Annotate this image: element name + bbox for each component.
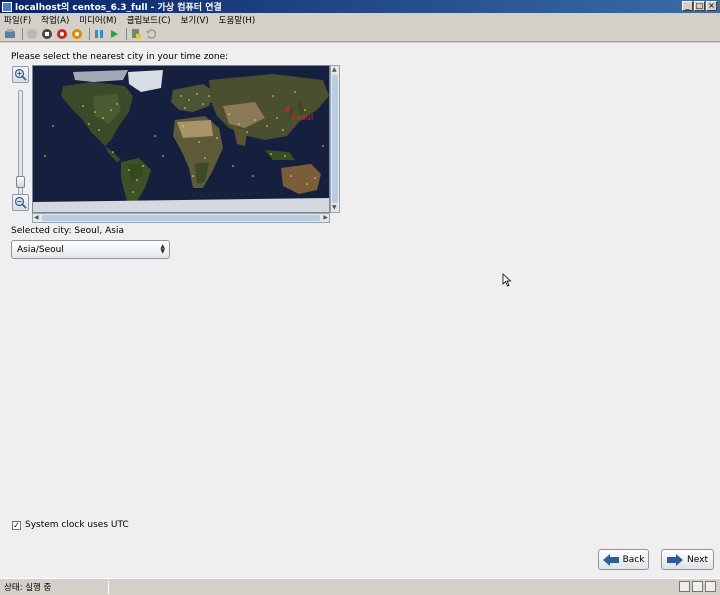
zoom-out-icon xyxy=(14,196,27,209)
mouse-cursor-icon xyxy=(502,273,512,290)
next-arrow-icon xyxy=(667,553,684,566)
back-button[interactable]: Back xyxy=(598,549,649,570)
timezone-select[interactable]: Asia/Seoul ▲ ▼ xyxy=(11,240,170,259)
menu-file[interactable]: 파일(F) xyxy=(4,14,31,26)
utc-checkbox-row[interactable]: ✓ System clock uses UTC xyxy=(12,520,129,530)
back-arrow-icon xyxy=(602,553,619,566)
map-horizontal-scrollbar[interactable]: ◀ ▶ xyxy=(32,213,330,223)
utc-checkbox[interactable]: ✓ xyxy=(12,520,21,530)
vm-connection-icon xyxy=(2,1,12,12)
next-button-label: Next xyxy=(687,554,708,565)
menu-action[interactable]: 작업(A) xyxy=(41,14,69,26)
menu-clipboard[interactable]: 클립보드(C) xyxy=(127,14,171,26)
zoom-out-button[interactable] xyxy=(12,194,29,211)
menubar: 파일(F) 작업(A) 미디어(M) 클립보드(C) 보기(V) 도움말(H) xyxy=(0,13,720,26)
window-controls: _ □ × xyxy=(682,1,717,11)
map-vertical-scroll-thumb[interactable] xyxy=(332,75,338,203)
window-title: localhost의 centos_6.3_full - 가상 컴퓨터 연결 xyxy=(15,3,222,13)
power-icon[interactable] xyxy=(71,28,83,40)
keyboard-icon xyxy=(679,581,690,592)
map-horizontal-scroll-thumb[interactable] xyxy=(42,215,320,221)
minimize-button[interactable]: _ xyxy=(682,1,693,11)
zoom-in-icon xyxy=(14,68,27,81)
mouse-capture-icon xyxy=(692,581,703,592)
timezone-prompt: Please select the nearest city in your t… xyxy=(11,52,229,62)
toolbar xyxy=(0,26,720,42)
utc-checkbox-label[interactable]: System clock uses UTC xyxy=(25,520,129,530)
turn-off-icon[interactable] xyxy=(41,28,53,40)
status-text: 상태: 실행 중 xyxy=(4,583,52,593)
next-button[interactable]: Next xyxy=(661,549,714,570)
shutdown-icon[interactable] xyxy=(56,28,68,40)
toolbar-separator xyxy=(89,27,90,40)
seoul-marker-label: Seoul xyxy=(291,113,313,122)
scroll-up-icon[interactable]: ▲ xyxy=(332,66,337,74)
timezone-select-value: Asia/Seoul xyxy=(17,244,64,255)
up-down-arrows-icon: ▲ ▼ xyxy=(160,243,165,255)
snapshot-icon[interactable] xyxy=(130,28,142,40)
lock-icon xyxy=(705,581,716,592)
close-button[interactable]: × xyxy=(706,1,717,11)
statusbar-divider xyxy=(108,580,109,594)
zoom-in-button[interactable] xyxy=(12,66,29,83)
resume-icon[interactable] xyxy=(108,28,120,40)
scroll-left-icon[interactable]: ◀ xyxy=(34,214,39,222)
scroll-right-icon[interactable]: ▶ xyxy=(323,214,328,222)
start-icon[interactable] xyxy=(26,28,38,40)
revert-icon[interactable] xyxy=(145,28,157,40)
map-vertical-scrollbar[interactable]: ▲ ▼ xyxy=(330,65,340,213)
status-icons xyxy=(679,581,716,592)
menu-help[interactable]: 도움말(H) xyxy=(219,14,255,26)
menu-media[interactable]: 미디어(M) xyxy=(79,14,116,26)
pause-icon[interactable] xyxy=(93,28,105,40)
maximize-button[interactable]: □ xyxy=(694,1,705,11)
zoom-slider-handle[interactable] xyxy=(16,176,25,188)
ctrl-alt-del-icon[interactable] xyxy=(4,28,16,40)
world-map[interactable]: Seoul xyxy=(32,65,330,213)
world-map-image[interactable]: Seoul xyxy=(33,66,330,213)
selected-city-label: Selected city: Seoul, Asia xyxy=(11,226,124,236)
window-titlebar: localhost의 centos_6.3_full - 가상 컴퓨터 연결 _… xyxy=(0,0,720,13)
guest-screen[interactable]: Please select the nearest city in your t… xyxy=(0,43,720,578)
toolbar-separator xyxy=(126,27,127,40)
back-button-label: Back xyxy=(622,554,645,565)
statusbar: 상태: 실행 중 xyxy=(0,578,720,595)
scroll-down-icon[interactable]: ▼ xyxy=(332,204,337,212)
toolbar-separator xyxy=(22,27,23,40)
menu-view[interactable]: 보기(V) xyxy=(181,14,209,26)
